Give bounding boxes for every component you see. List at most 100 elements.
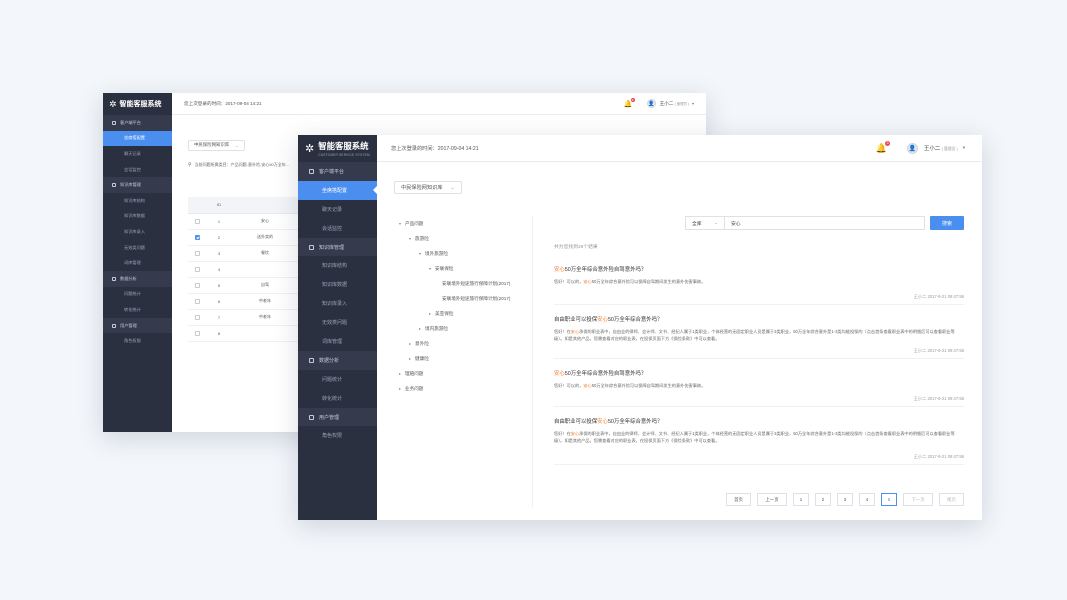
bell-icon[interactable]: 🔔 3 bbox=[624, 97, 635, 108]
table-row[interactable]: 6 中老年 bbox=[188, 293, 298, 310]
search-scope-select[interactable]: 全库 ⌄ bbox=[685, 216, 725, 230]
caret-right-icon[interactable]: ▸ bbox=[409, 341, 411, 346]
tree-node[interactable]: ▾ 产品问题 bbox=[399, 216, 532, 231]
sidebar-item[interactable]: 转化统计 bbox=[298, 389, 377, 408]
page-button[interactable]: 5 bbox=[881, 493, 897, 506]
sidebar-group[interactable]: 数据分析 bbox=[103, 270, 172, 287]
table-row[interactable]: 3 餐饮 bbox=[188, 245, 298, 262]
row-checkbox[interactable] bbox=[194, 298, 200, 304]
tree-node[interactable]: ▾ 安联保险 bbox=[399, 261, 532, 276]
caret-right-icon[interactable]: ▸ bbox=[399, 371, 401, 376]
sidebar-item[interactable]: 坐席搭配置 bbox=[103, 130, 172, 147]
result-question[interactable]: 安心50万全年综合意外险自驾意外吗？ bbox=[554, 369, 964, 377]
sidebar-item[interactable]: 知识库结构 bbox=[298, 256, 377, 275]
keyword-highlight: 安心 bbox=[583, 279, 592, 284]
search-input[interactable]: 安心 bbox=[725, 216, 925, 230]
sidebar-item[interactable]: 聊天记录 bbox=[103, 146, 172, 162]
table-row[interactable]: 5 自驾 bbox=[188, 277, 298, 294]
sidebar-group[interactable]: 客户端平台 bbox=[103, 115, 172, 131]
table-row[interactable]: 7 中老年 bbox=[188, 309, 298, 326]
sidebar-item[interactable]: 知识库录入 bbox=[103, 224, 172, 240]
sidebar-group[interactable]: 知识库管理 bbox=[298, 237, 377, 257]
row-checkbox[interactable] bbox=[194, 250, 200, 256]
tree-node[interactable]: 安联境外短途旅行保障计划(2017) bbox=[399, 291, 532, 306]
page-button[interactable]: 2 bbox=[815, 493, 831, 506]
sidebar-item[interactable]: 知识库数据 bbox=[103, 209, 172, 225]
caret-down-icon[interactable]: ▾ bbox=[419, 251, 421, 256]
row-checkbox[interactable] bbox=[194, 234, 200, 240]
sidebar-item[interactable]: 词库管理 bbox=[103, 255, 172, 271]
tree-node[interactable]: ▸ 健康险 bbox=[399, 351, 532, 366]
knowledge-base-select[interactable]: 中民保险网知识库 ⌄ bbox=[394, 181, 462, 194]
result-item[interactable]: 自由职业可以投保安心50万全年综合意外吗？ 您好！在安心承保的职业表中，自由业的律… bbox=[554, 407, 964, 465]
chevron-down-icon[interactable]: ▾ bbox=[963, 145, 965, 151]
next-page-button[interactable]: 下一页 bbox=[903, 493, 933, 506]
sidebar-item[interactable]: 角色权限 bbox=[298, 426, 377, 445]
sidebar-group[interactable]: 用户管理 bbox=[103, 317, 172, 334]
sidebar-item[interactable]: 无效类问题 bbox=[103, 240, 172, 256]
result-question[interactable]: 安心50万全年综合意外险自驾意外吗？ bbox=[554, 265, 964, 273]
caret-down-icon[interactable]: ▾ bbox=[429, 266, 431, 271]
chevron-down-icon[interactable]: ▾ bbox=[692, 101, 694, 106]
row-checkbox[interactable] bbox=[194, 282, 200, 288]
result-item[interactable]: 自由职业可以投保安心50万全年综合意外吗？ 您好！在安心承保的职业表中，自由业的律… bbox=[554, 305, 964, 359]
table-row[interactable]: 4 bbox=[188, 261, 298, 278]
sidebar-group[interactable]: 客户端平台 bbox=[298, 162, 377, 181]
caret-right-icon[interactable]: ▸ bbox=[429, 311, 431, 316]
page-button[interactable]: 3 bbox=[837, 493, 853, 506]
tree-node[interactable]: 安联境外短途旅行保障计划(2017) bbox=[399, 276, 532, 291]
sidebar-item[interactable]: 词库管理 bbox=[298, 332, 377, 351]
sidebar-item[interactable]: 无效类问题 bbox=[298, 313, 377, 332]
prev-page-button[interactable]: 上一页 bbox=[757, 493, 787, 506]
sidebar-group[interactable]: 用户管理 bbox=[298, 407, 377, 427]
row-checkbox[interactable] bbox=[194, 266, 200, 272]
sidebar-item[interactable]: 坐席搭配置 bbox=[298, 180, 377, 200]
result-question[interactable]: 自由职业可以投保安心50万全年综合意外吗？ bbox=[554, 315, 964, 323]
page-button[interactable]: 1 bbox=[793, 493, 809, 506]
sidebar-item[interactable]: 知识库数据 bbox=[298, 275, 377, 294]
sidebar-item[interactable]: 聊天记录 bbox=[298, 200, 377, 219]
sidebar-item[interactable]: 会话监控 bbox=[298, 219, 377, 238]
sidebar-item[interactable]: 问题统计 bbox=[103, 287, 172, 303]
search-button[interactable]: 搜索 bbox=[930, 216, 964, 230]
tree-node[interactable]: ▸ 美亚保险 bbox=[399, 306, 532, 321]
page-button[interactable]: 4 bbox=[859, 493, 875, 506]
tree-node-label: 业务问题 bbox=[405, 385, 424, 391]
caret-right-icon[interactable]: ▸ bbox=[399, 386, 401, 391]
caret-down-icon[interactable]: ▾ bbox=[409, 236, 411, 241]
bell-icon[interactable]: 🔔 3 bbox=[876, 140, 890, 154]
sidebar-item[interactable]: 知识库录入 bbox=[298, 294, 377, 313]
tree-node[interactable]: ▾ 境外旅游险 bbox=[399, 246, 532, 261]
caret-right-icon[interactable]: ▸ bbox=[409, 356, 411, 361]
tree-node[interactable]: ▸ 业务问题 bbox=[399, 381, 532, 396]
sidebar-item[interactable]: 知识库结构 bbox=[103, 193, 172, 209]
sidebar-item[interactable]: 角色权限 bbox=[103, 333, 172, 349]
sidebar-item[interactable]: 问题统计 bbox=[298, 370, 377, 389]
table-row[interactable]: 8 bbox=[188, 325, 298, 342]
tree-node[interactable]: ▸ 理赔问题 bbox=[399, 366, 532, 381]
tree-node[interactable]: ▸ 意外险 bbox=[399, 336, 532, 351]
sidebar-group[interactable]: 数据分析 bbox=[298, 350, 377, 370]
table-row[interactable]: 2 送外卖的 bbox=[188, 229, 298, 246]
tree-node[interactable]: ▾ 旅游险 bbox=[399, 231, 532, 246]
table-row[interactable]: 1 安心 bbox=[188, 213, 298, 230]
avatar[interactable]: 👤 bbox=[906, 142, 918, 154]
caret-right-icon[interactable]: ▸ bbox=[419, 326, 421, 331]
row-checkbox[interactable] bbox=[194, 314, 200, 320]
last-page-button[interactable]: 尾页 bbox=[939, 493, 964, 506]
tree-node[interactable]: ▸ 境内旅游险 bbox=[399, 321, 532, 336]
result-item[interactable]: 安心50万全年综合意外险自驾意外吗？ 您好！可以的，安心50万全年综合意外险可以保… bbox=[554, 255, 964, 305]
result-item[interactable]: 安心50万全年综合意外险自驾意外吗？ 您好！可以的，安心50万全年综合意外险可以保… bbox=[554, 359, 964, 407]
result-question[interactable]: 自由职业可以投保安心50万全年综合意外吗？ bbox=[554, 417, 964, 425]
row-checkbox[interactable] bbox=[194, 330, 200, 336]
first-page-button[interactable]: 首页 bbox=[726, 493, 751, 506]
user-name-menu[interactable]: 王小二 ( 管理员 ) bbox=[660, 101, 689, 107]
sidebar-group[interactable]: 知识库管理 bbox=[103, 177, 172, 193]
sidebar-item[interactable]: 会话监控 bbox=[103, 162, 172, 178]
knowledge-base-select[interactable]: 中民保险网知识库 ⌄ bbox=[188, 139, 245, 151]
user-name-menu[interactable]: 王小二 ( 管理员 ) bbox=[924, 144, 958, 152]
avatar[interactable]: 👤 bbox=[646, 99, 656, 108]
row-checkbox[interactable] bbox=[194, 218, 200, 224]
sidebar-item[interactable]: 转化统计 bbox=[103, 302, 172, 318]
caret-down-icon[interactable]: ▾ bbox=[399, 221, 401, 226]
